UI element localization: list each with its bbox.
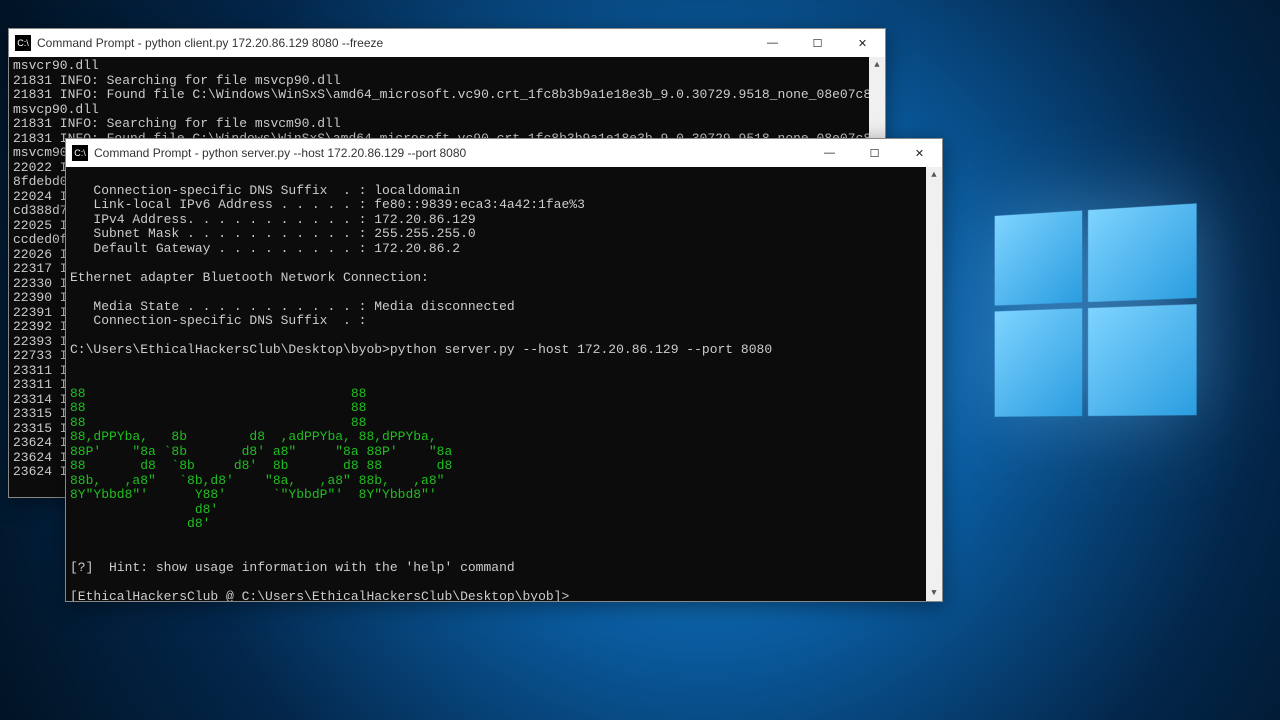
windows-logo [995, 204, 1191, 411]
terminal-output-server: Connection-specific DNS Suffix . : local… [66, 167, 926, 601]
scroll-down-icon[interactable]: ▼ [926, 585, 942, 601]
cmd-icon: C:\ [72, 145, 88, 161]
titlebar-server[interactable]: C:\ Command Prompt - python server.py --… [66, 139, 942, 167]
close-button[interactable]: ✕ [897, 139, 942, 167]
close-button[interactable]: ✕ [840, 29, 885, 57]
scrollbar-server[interactable]: ▲ ▼ [926, 167, 942, 601]
scroll-up-icon[interactable]: ▲ [869, 57, 885, 73]
cmd-icon: C:\ [15, 35, 31, 51]
titlebar-client[interactable]: C:\ Command Prompt - python client.py 17… [9, 29, 885, 57]
scroll-up-icon[interactable]: ▲ [926, 167, 942, 183]
maximize-button[interactable]: ☐ [852, 139, 897, 167]
cmd-window-server: C:\ Command Prompt - python server.py --… [65, 138, 943, 602]
titlebar-title-server: Command Prompt - python server.py --host… [94, 146, 807, 160]
maximize-button[interactable]: ☐ [795, 29, 840, 57]
titlebar-title-client: Command Prompt - python client.py 172.20… [37, 36, 750, 50]
minimize-button[interactable]: — [750, 29, 795, 57]
minimize-button[interactable]: — [807, 139, 852, 167]
